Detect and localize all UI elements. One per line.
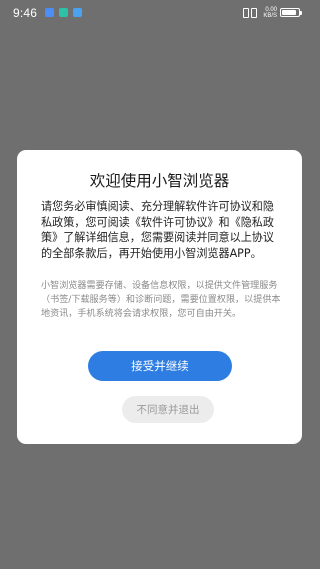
permission-note-text: 小智浏览器需要存储、设备信息权限，以提供文件管理服务（书签/下载服务等）和诊断问… [41, 281, 281, 319]
agree-continue-button[interactable]: 接受并继续 [88, 351, 232, 381]
sim-card-icon [243, 8, 249, 18]
battery-tip-icon [300, 11, 302, 15]
dialog-title: 欢迎使用小智浏览器 [89, 172, 230, 190]
app-notification-icon-1 [45, 8, 54, 17]
app-notification-icon-3 [73, 8, 82, 17]
disagree-exit-button[interactable]: 不同意并退出 [122, 396, 214, 423]
privacy-dialog: 欢迎使用小智浏览器 请您务必审慎阅读、充分理解软件许可协议和隐私政策，您可阅读《… [17, 150, 302, 444]
status-time: 9:46 [13, 6, 38, 20]
network-speed: 0.00 KB/S [263, 7, 277, 19]
status-bar: 9:46 0.00 KB/S [0, 0, 320, 26]
battery-level [282, 10, 296, 15]
dialog-body-text: 请您务必审慎阅读、充分理解软件许可协议和隐私政策，您可阅读《软件许可协议》和《隐… [41, 200, 274, 261]
battery-icon [280, 8, 300, 17]
app-notification-icon-2 [59, 8, 68, 17]
sim-card-2-icon [251, 8, 257, 18]
